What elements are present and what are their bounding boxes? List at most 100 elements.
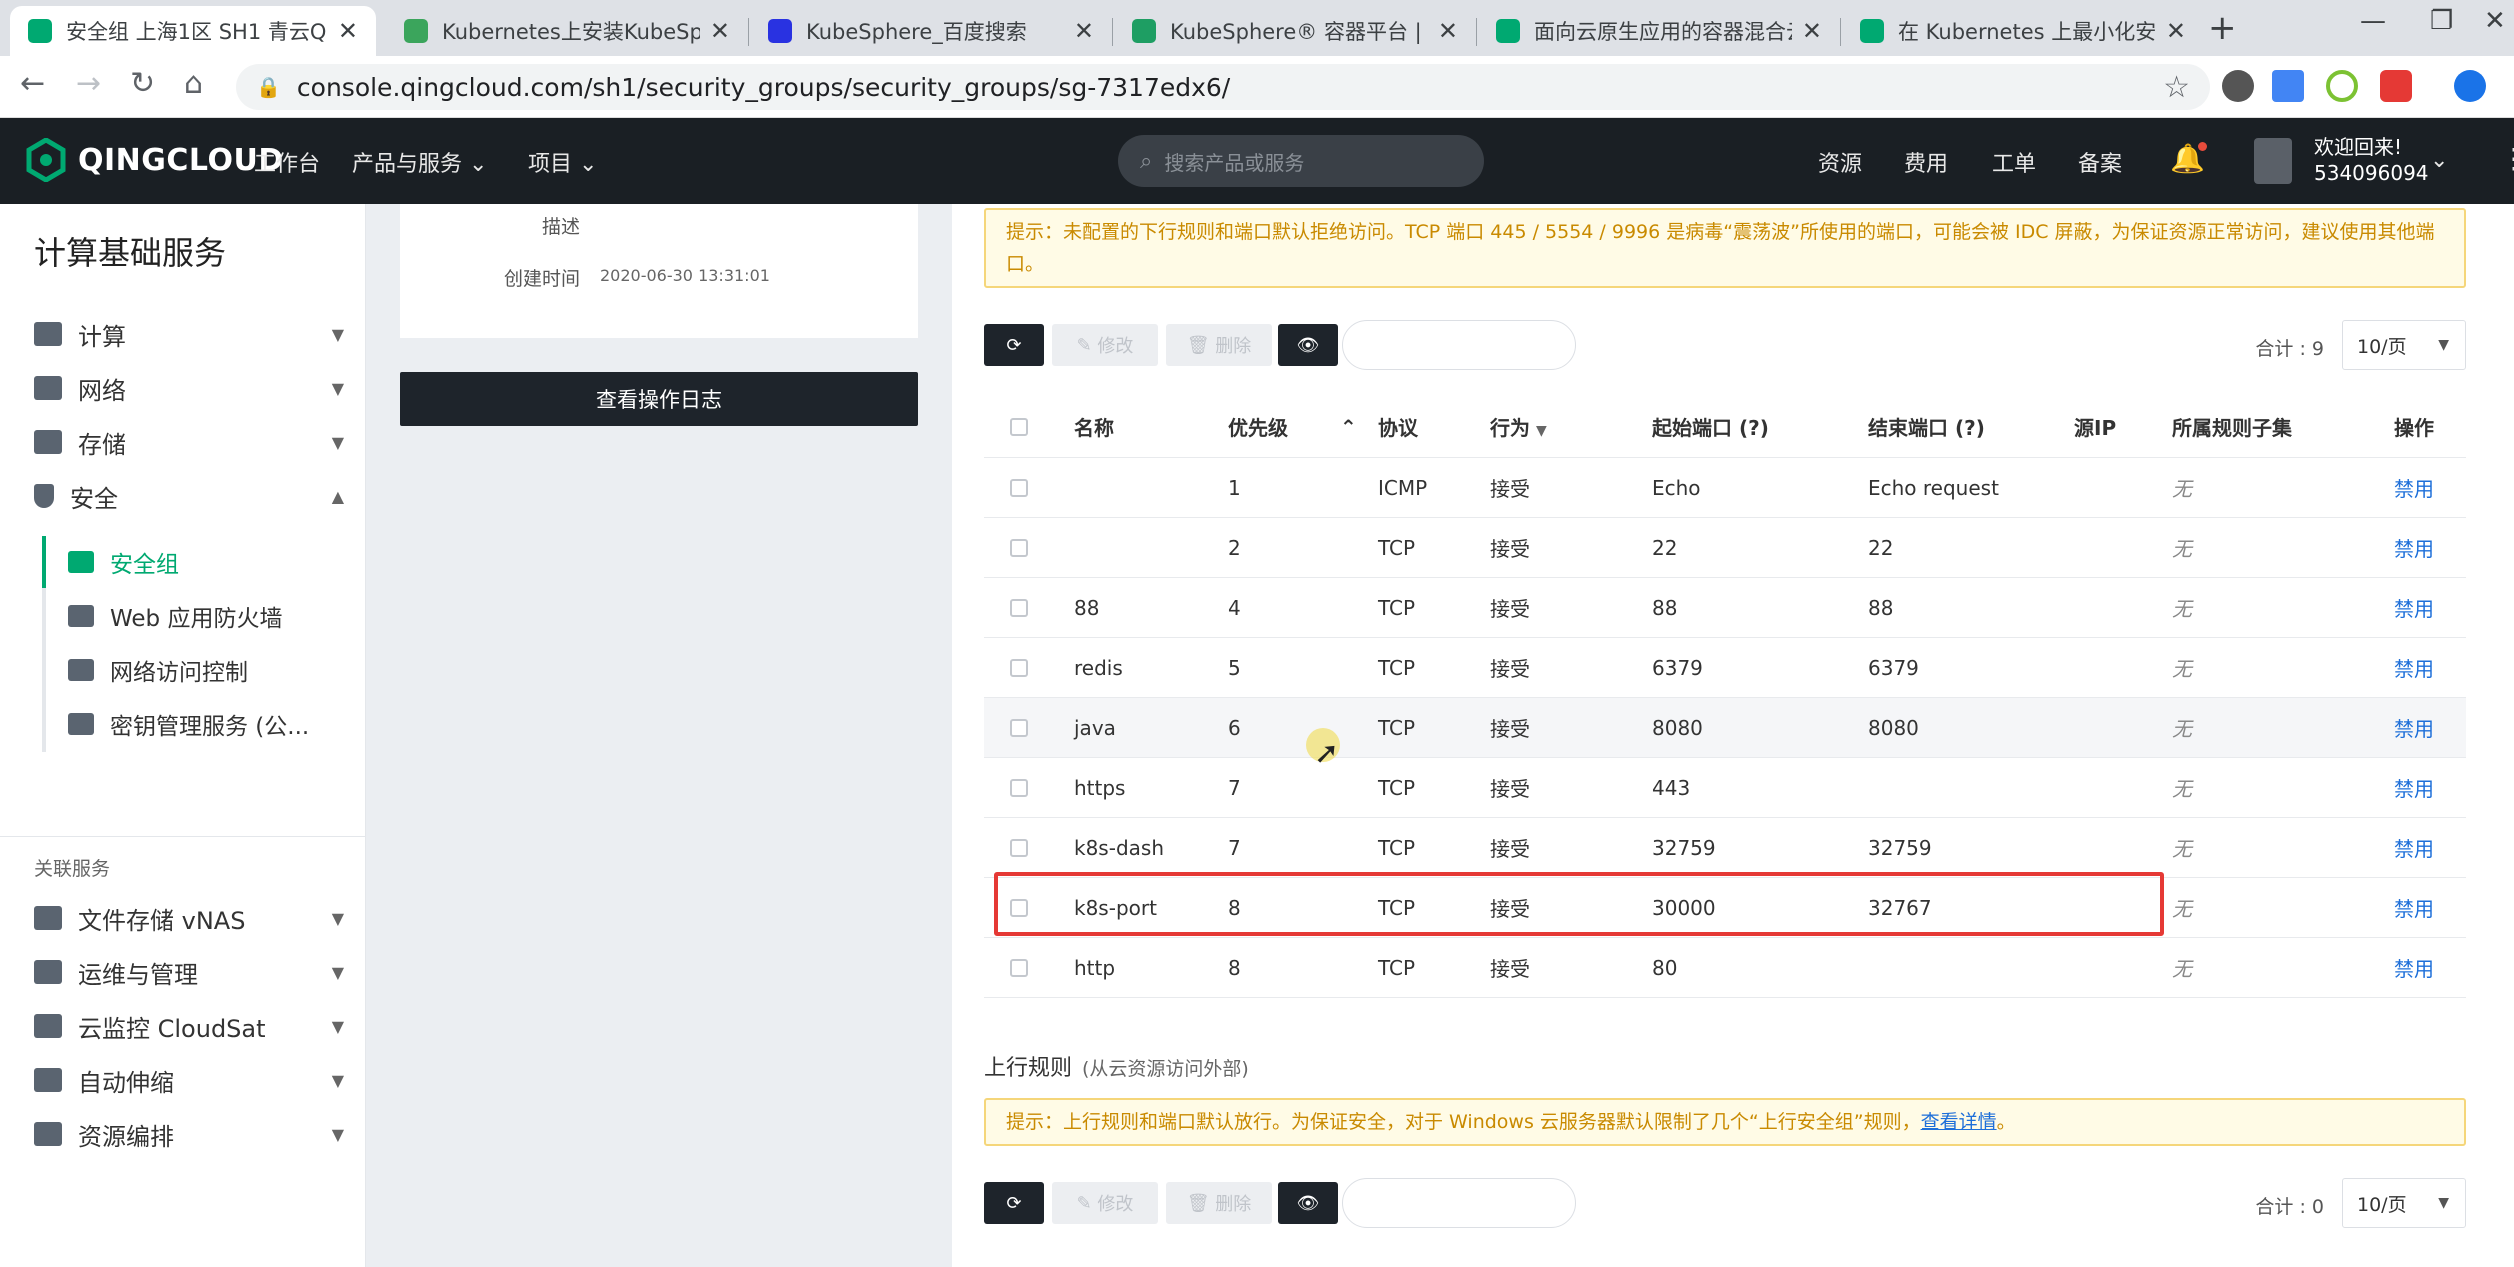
- notification-bell-icon[interactable]: 🔔: [2170, 142, 2207, 175]
- nav-workbench[interactable]: 工作台: [254, 146, 320, 178]
- link-tickets[interactable]: 工单: [1992, 146, 2036, 178]
- toggle-view-button[interactable]: 👁: [1278, 1182, 1338, 1224]
- select-all-checkbox[interactable]: [1010, 417, 1028, 436]
- disable-link[interactable]: 禁用: [2394, 533, 2434, 562]
- rule-search-input[interactable]: [1342, 320, 1576, 370]
- close-tab-icon[interactable]: ✕: [338, 17, 358, 45]
- row-checkbox[interactable]: [1010, 838, 1028, 857]
- row-checkbox[interactable]: [1010, 778, 1028, 797]
- table-row[interactable]: http 8 TCP 接受 80 无 禁用: [984, 938, 2466, 998]
- sidebar-item-storage[interactable]: 存储 ▼: [34, 422, 344, 462]
- browser-tab[interactable]: 安全组 上海1区 SH1 青云Qi ✕: [10, 6, 376, 56]
- qingcloud-logo[interactable]: QINGCLOUD: [26, 138, 284, 182]
- close-tab-icon[interactable]: ✕: [1438, 17, 1458, 45]
- toggle-view-button[interactable]: 👁: [1278, 324, 1338, 366]
- row-checkbox[interactable]: [1010, 538, 1028, 557]
- back-icon[interactable]: ←: [20, 66, 45, 101]
- table-row[interactable]: k8s-dash 7 TCP 接受 32759 32759 无 禁用: [984, 818, 2466, 878]
- view-operation-log-button[interactable]: 查看操作日志: [400, 372, 918, 426]
- table-row[interactable]: redis 5 TCP 接受 6379 6379 无 禁用: [984, 638, 2466, 698]
- disable-link[interactable]: 禁用: [2394, 833, 2434, 862]
- sidebar-item-waf[interactable]: Web 应用防火墙: [68, 596, 282, 636]
- cell-action: 接受: [1490, 717, 1530, 741]
- home-icon[interactable]: ⌂: [184, 66, 203, 101]
- translate-extension-icon[interactable]: [2272, 70, 2304, 102]
- table-row[interactable]: 88 4 TCP 接受 88 88 无 禁用: [984, 578, 2466, 638]
- bookmark-star-icon[interactable]: ☆: [2163, 70, 2190, 105]
- total-count: 合计 : 9: [2255, 338, 2324, 360]
- user-info[interactable]: 欢迎回来! 534096094: [2314, 134, 2429, 186]
- col-priority[interactable]: 优先级: [1228, 412, 1288, 441]
- close-tab-icon[interactable]: ✕: [710, 17, 730, 45]
- new-tab-icon[interactable]: +: [2208, 8, 2237, 48]
- close-tab-icon[interactable]: ✕: [1074, 17, 1094, 45]
- product-search-input[interactable]: ⌕ 搜索产品或服务: [1118, 135, 1484, 187]
- sidebar-item-access-control[interactable]: 网络访问控制: [68, 650, 248, 690]
- browser-tab[interactable]: KubeSphere_百度搜索 ✕: [750, 6, 1112, 56]
- delete-button[interactable]: 🗑 删除: [1166, 1182, 1272, 1224]
- row-checkbox[interactable]: [1010, 718, 1028, 737]
- browser-tab[interactable]: KubeSphere® 容器平台 | 事 ✕: [1114, 6, 1476, 56]
- table-row[interactable]: java 6 TCP 接受 8080 8080 无 禁用: [984, 698, 2466, 758]
- extension-icon[interactable]: [2222, 70, 2254, 102]
- disable-link[interactable]: 禁用: [2394, 473, 2434, 502]
- edit-button[interactable]: ✎ 修改: [1052, 324, 1158, 366]
- close-tab-icon[interactable]: ✕: [2166, 17, 2186, 45]
- nav-products[interactable]: 产品与服务 ⌄: [352, 146, 487, 178]
- sidebar-item-orchestration[interactable]: 资源编排 ▼: [34, 1114, 344, 1154]
- table-row[interactable]: https 7 TCP 接受 443 无 禁用: [984, 758, 2466, 818]
- disable-link[interactable]: 禁用: [2394, 653, 2434, 682]
- table-row[interactable]: 2 TCP 接受 22 22 无 禁用: [984, 518, 2466, 578]
- browser-tab[interactable]: Kubernetes上安装KubeSph ✕: [386, 6, 748, 56]
- close-tab-icon[interactable]: ✕: [1802, 17, 1822, 45]
- page-size-select[interactable]: 10/页 ▼: [2342, 320, 2466, 370]
- table-row[interactable]: 1 ICMP 接受 Echo Echo request 无 禁用: [984, 458, 2466, 518]
- link-resources[interactable]: 资源: [1818, 146, 1862, 178]
- row-checkbox[interactable]: [1010, 658, 1028, 677]
- disable-link[interactable]: 禁用: [2394, 893, 2434, 922]
- chevron-down-icon[interactable]: ⌄: [2430, 148, 2448, 173]
- col-action[interactable]: 行为 ▼: [1490, 412, 1547, 441]
- minimize-icon[interactable]: —: [2360, 6, 2386, 36]
- sidebar-item-autoscale[interactable]: 自动伸缩 ▼: [34, 1060, 344, 1100]
- more-vertical-icon[interactable]: ⋮: [2500, 142, 2514, 175]
- row-checkbox[interactable]: [1010, 958, 1028, 977]
- disable-link[interactable]: 禁用: [2394, 953, 2434, 982]
- refresh-button[interactable]: ⟳: [984, 324, 1044, 366]
- edit-button[interactable]: ✎ 修改: [1052, 1182, 1158, 1224]
- sidebar-item-network[interactable]: 网络 ▼: [34, 368, 344, 408]
- sidebar-item-kms[interactable]: 密钥管理服务 (公...: [68, 704, 309, 744]
- forward-icon[interactable]: →: [76, 66, 101, 101]
- sort-up-icon[interactable]: ⌃: [1340, 415, 1357, 439]
- browser-tab[interactable]: 在 Kubernetes 上最小化安装 ✕: [1842, 6, 2204, 56]
- profile-avatar[interactable]: [2454, 70, 2486, 102]
- sidebar-item-security-group[interactable]: 安全组: [68, 542, 179, 582]
- sidebar-item-compute[interactable]: 计算 ▼: [34, 314, 344, 354]
- col-name: 名称: [1074, 416, 1114, 440]
- refresh-extension-icon[interactable]: [2326, 70, 2358, 102]
- disable-link[interactable]: 禁用: [2394, 773, 2434, 802]
- link-billing[interactable]: 费用: [1904, 146, 1948, 178]
- rule-search-input[interactable]: [1342, 1178, 1576, 1228]
- row-checkbox[interactable]: [1010, 478, 1028, 497]
- nav-projects[interactable]: 项目 ⌄: [528, 146, 597, 178]
- page-size-select[interactable]: 10/页 ▼: [2342, 1178, 2466, 1228]
- view-details-link[interactable]: 查看详情: [1921, 1111, 1997, 1133]
- user-avatar-icon[interactable]: [2254, 138, 2292, 184]
- maximize-icon[interactable]: ❐: [2430, 6, 2453, 36]
- sidebar-item-ops[interactable]: 运维与管理 ▼: [34, 952, 344, 992]
- link-icp[interactable]: 备案: [2078, 146, 2122, 178]
- delete-button[interactable]: 🗑 删除: [1166, 324, 1272, 366]
- row-checkbox[interactable]: [1010, 598, 1028, 617]
- sidebar-item-vnas[interactable]: 文件存储 vNAS ▼: [34, 898, 344, 938]
- sidebar-item-security[interactable]: 安全 ▲: [34, 476, 344, 516]
- disable-link[interactable]: 禁用: [2394, 593, 2434, 622]
- disable-link[interactable]: 禁用: [2394, 713, 2434, 742]
- grid-extension-icon[interactable]: [2380, 70, 2412, 102]
- browser-tab[interactable]: 面向云原生应用的容器混合云 ✕: [1478, 6, 1840, 56]
- reload-icon[interactable]: ↻: [130, 66, 155, 101]
- close-window-icon[interactable]: ✕: [2484, 6, 2506, 36]
- refresh-button[interactable]: ⟳: [984, 1182, 1044, 1224]
- sidebar-item-cloudsat[interactable]: 云监控 CloudSat ▼: [34, 1006, 344, 1046]
- url-input[interactable]: 🔒 console.qingcloud.com/sh1/security_gro…: [236, 64, 2210, 110]
